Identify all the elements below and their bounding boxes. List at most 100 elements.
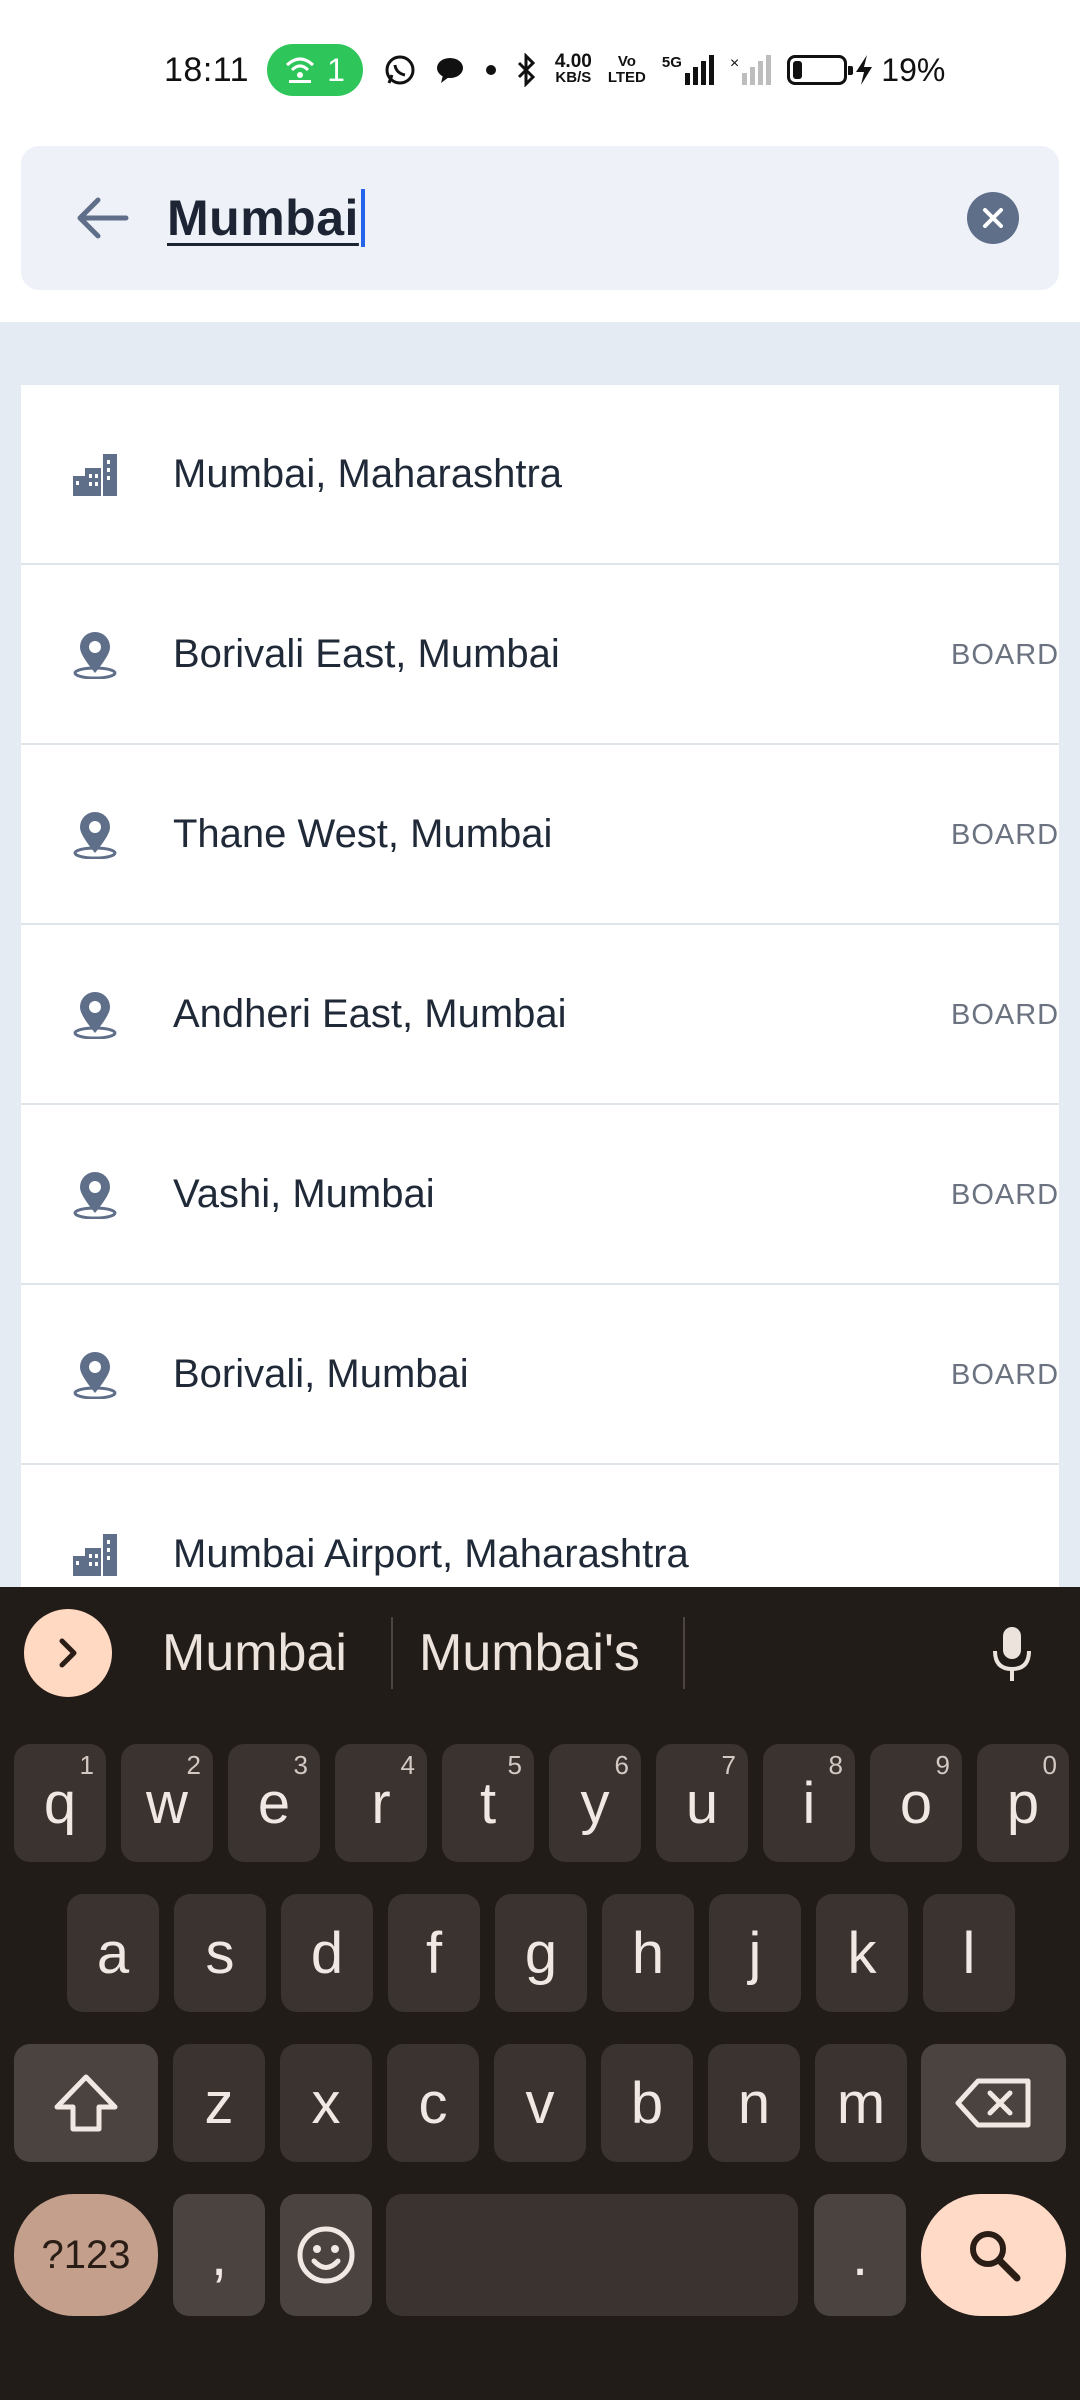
- chevron-right-icon: [59, 1638, 77, 1668]
- keyboard-suggestion-bar: Mumbai Mumbai's: [0, 1587, 1080, 1717]
- suggestion-2[interactable]: Mumbai's: [419, 1623, 640, 1683]
- key-c[interactable]: c: [387, 2044, 479, 2162]
- emoji-icon: [297, 2226, 355, 2284]
- search-input[interactable]: Mumbai: [137, 189, 365, 247]
- battery-percent: 19%: [881, 51, 946, 88]
- key-r[interactable]: r4: [335, 1744, 427, 1862]
- key-n[interactable]: n: [708, 2044, 800, 2162]
- key-q[interactable]: q1: [14, 1744, 106, 1862]
- key-label: h: [631, 1920, 665, 1986]
- key-h[interactable]: h: [602, 1894, 694, 2012]
- key-hint: 6: [614, 1750, 629, 1780]
- key-o[interactable]: o9: [870, 1744, 962, 1862]
- key-label: e: [257, 1770, 291, 1836]
- result-label: Thane West, Mumbai: [173, 811, 553, 856]
- whatsapp-icon: [385, 55, 415, 85]
- comma-key[interactable]: ,: [173, 2194, 265, 2316]
- key-hint: 8: [828, 1750, 843, 1780]
- key-p[interactable]: p0: [977, 1744, 1069, 1862]
- symbols-key[interactable]: ?123: [14, 2194, 158, 2316]
- keyboard-expand-button[interactable]: [24, 1609, 112, 1697]
- key-y[interactable]: y6: [549, 1744, 641, 1862]
- suggestion-1[interactable]: Mumbai: [162, 1623, 347, 1683]
- screen: 18:11 1 4.00 KB/S Vo LTED 5G × 19% Mumba…: [0, 0, 1080, 2400]
- key-hint: 0: [1042, 1750, 1057, 1780]
- key-label: i: [802, 1770, 816, 1836]
- key-label: t: [479, 1770, 497, 1836]
- key-label: q: [43, 1770, 77, 1836]
- charging-bolt-icon: [856, 55, 873, 85]
- key-label: k: [847, 1920, 877, 1986]
- key-d[interactable]: d: [281, 1894, 373, 2012]
- location-pin-icon: [67, 806, 123, 862]
- result-tag: BOARD AT: [951, 1359, 1059, 1391]
- clear-search-button[interactable]: [967, 192, 1019, 244]
- key-label: b: [630, 2070, 664, 2136]
- key-j[interactable]: j: [709, 1894, 801, 2012]
- key-e[interactable]: e3: [228, 1744, 320, 1862]
- key-f[interactable]: f: [388, 1894, 480, 2012]
- key-hint: 7: [721, 1750, 736, 1780]
- key-label: c: [418, 2070, 448, 2136]
- result-row[interactable]: Borivali East, Mumbai BOARD AT: [21, 565, 1059, 745]
- key-l[interactable]: l: [923, 1894, 1015, 2012]
- microphone-icon: [993, 1627, 1031, 1681]
- back-button[interactable]: [67, 183, 137, 253]
- key-label: f: [425, 1920, 443, 1986]
- key-u[interactable]: u7: [656, 1744, 748, 1862]
- key-label: m: [836, 2070, 886, 2136]
- suggestion-divider: [683, 1617, 685, 1689]
- period-key[interactable]: .: [814, 2194, 906, 2316]
- arrow-left-icon: [77, 197, 129, 239]
- key-t[interactable]: t5: [442, 1744, 534, 1862]
- key-w[interactable]: w2: [121, 1744, 213, 1862]
- result-label: Andheri East, Mumbai: [173, 991, 567, 1036]
- emoji-key[interactable]: [280, 2194, 372, 2316]
- key-label: .: [851, 2222, 869, 2288]
- result-row[interactable]: Borivali, Mumbai BOARD AT: [21, 1285, 1059, 1465]
- backspace-icon: [955, 2078, 1030, 2128]
- key-a[interactable]: a: [67, 1894, 159, 2012]
- results-list: Mumbai, Maharashtra Borivali East, Mumbai…: [21, 385, 1059, 1587]
- voice-input-button[interactable]: [984, 1619, 1040, 1689]
- key-label: l: [962, 1920, 976, 1986]
- backspace-key[interactable]: [921, 2044, 1066, 2162]
- search-key[interactable]: [921, 2194, 1066, 2316]
- chat-bubble-icon: [436, 58, 463, 83]
- shift-icon: [54, 2074, 118, 2132]
- signal-no-service-icon: ×: [730, 55, 772, 85]
- key-b[interactable]: b: [601, 2044, 693, 2162]
- location-pin-icon: [67, 1346, 123, 1402]
- key-hint: 3: [293, 1750, 308, 1780]
- key-label: o: [899, 1770, 933, 1836]
- key-k[interactable]: k: [816, 1894, 908, 2012]
- shift-key[interactable]: [14, 2044, 158, 2162]
- result-row[interactable]: Andheri East, Mumbai BOARD AT: [21, 925, 1059, 1105]
- result-tag: BOARD AT: [951, 819, 1059, 851]
- space-key[interactable]: [386, 2194, 798, 2316]
- key-label: a: [96, 1920, 130, 1986]
- close-icon: [983, 208, 1003, 228]
- key-m[interactable]: m: [815, 2044, 907, 2162]
- key-z[interactable]: z: [173, 2044, 265, 2162]
- key-hint: 2: [186, 1750, 201, 1780]
- key-label: x: [311, 2070, 341, 2136]
- status-time: 18:11: [164, 50, 250, 89]
- key-x[interactable]: x: [280, 2044, 372, 2162]
- key-s[interactable]: s: [174, 1894, 266, 2012]
- key-label: w: [146, 1770, 188, 1836]
- key-label: s: [205, 1920, 235, 1986]
- key-v[interactable]: v: [494, 2044, 586, 2162]
- result-row[interactable]: Mumbai Airport, Maharashtra: [21, 1465, 1059, 1587]
- signal-5g-icon: 5G: [662, 55, 714, 85]
- result-label: Borivali, Mumbai: [173, 1351, 469, 1396]
- result-row[interactable]: Mumbai, Maharashtra: [21, 385, 1059, 565]
- result-label: Mumbai Airport, Maharashtra: [173, 1531, 689, 1576]
- result-row[interactable]: Thane West, Mumbai BOARD AT: [21, 745, 1059, 925]
- key-i[interactable]: i8: [763, 1744, 855, 1862]
- suggestion-divider: [391, 1617, 393, 1689]
- key-g[interactable]: g: [495, 1894, 587, 2012]
- result-row[interactable]: Vashi, Mumbai BOARD AT: [21, 1105, 1059, 1285]
- key-label: d: [310, 1920, 344, 1986]
- volte-indicator: Vo LTED: [607, 53, 646, 86]
